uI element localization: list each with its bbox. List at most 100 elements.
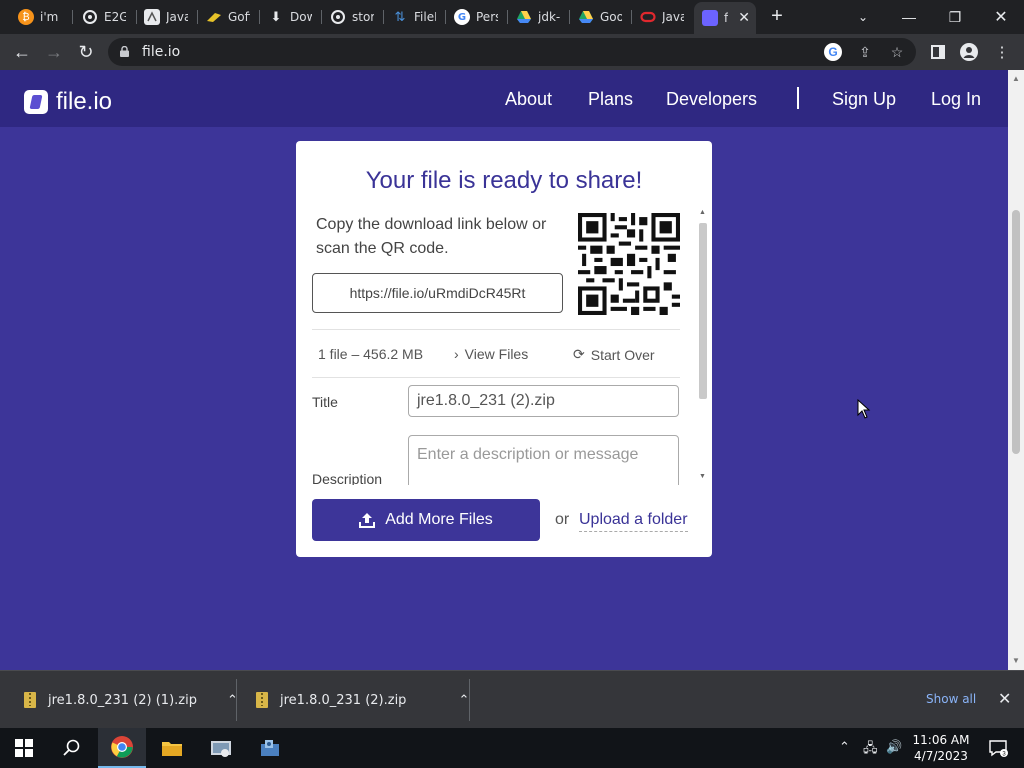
- new-tab-button[interactable]: +: [766, 6, 788, 28]
- close-tab-icon[interactable]: ✕: [738, 10, 750, 26]
- refresh-icon: ⟳: [573, 346, 585, 362]
- nav-developers[interactable]: Developers: [666, 89, 757, 110]
- card-scrollbar[interactable]: ▲ ▼: [696, 207, 710, 485]
- scroll-up-arrow-icon[interactable]: ▲: [699, 209, 706, 216]
- add-more-files-button[interactable]: Add More Files: [312, 499, 540, 541]
- clock-date: 4/7/2023: [914, 749, 968, 763]
- tab-7[interactable]: ⇅ FileI: [384, 4, 444, 30]
- tab-5[interactable]: ⬇ Dow: [260, 4, 320, 30]
- tab-3[interactable]: Java: [136, 4, 196, 30]
- nav-log-in[interactable]: Log In: [931, 89, 981, 110]
- description-input[interactable]: Enter a description or message: [408, 435, 679, 485]
- nav-sign-up[interactable]: Sign Up: [832, 89, 896, 110]
- show-all-downloads-link[interactable]: Show all: [926, 692, 976, 706]
- volume-icon[interactable]: 🔊: [886, 739, 902, 755]
- google-lens-icon[interactable]: G: [824, 43, 842, 61]
- page-viewport: file.io About Plans Developers Sign Up L…: [0, 70, 1024, 670]
- zip-file-icon: [24, 692, 36, 708]
- oracle-icon: [640, 9, 656, 25]
- taskbar-app[interactable]: [246, 728, 294, 768]
- menu-icon[interactable]: ⋮: [992, 42, 1012, 62]
- notifications-icon: 3: [989, 740, 1008, 758]
- download-shelf: jre1.8.0_231 (2) (1).zip ⌃ jre1.8.0_231 …: [0, 670, 1024, 728]
- chrome-icon: [111, 736, 133, 758]
- clock-time: 11:06 AM: [912, 733, 970, 747]
- page-scrollbar[interactable]: ▲ ▼: [1008, 70, 1024, 670]
- address-bar[interactable]: file.io G ⇪ ☆: [108, 38, 916, 66]
- add-more-files-label: Add More Files: [385, 511, 493, 528]
- fileio-icon: [702, 10, 718, 26]
- scroll-up-arrow-icon[interactable]: ▲: [1012, 74, 1020, 83]
- close-shelf-icon[interactable]: ✕: [998, 689, 1011, 709]
- tab-title: Java: [166, 10, 188, 24]
- tab-title: FileI: [414, 10, 436, 24]
- site-logo[interactable]: file.io: [24, 88, 112, 116]
- tab-1[interactable]: ₿ i'm c: [10, 4, 68, 30]
- card-scroll-thumb[interactable]: [699, 223, 707, 399]
- download-item[interactable]: jre1.8.0_231 (2) (1).zip ⌃: [24, 671, 238, 729]
- view-files-link[interactable]: › View Files: [454, 346, 528, 362]
- title-input[interactable]: jre1.8.0_231 (2).zip: [408, 385, 679, 417]
- tab-2[interactable]: E2G: [74, 4, 134, 30]
- share-icon[interactable]: ⇪: [856, 43, 874, 61]
- start-button[interactable]: [0, 728, 48, 768]
- tab-6[interactable]: stor: [322, 4, 382, 30]
- share-card: Your file is ready to share! Copy the do…: [296, 141, 712, 557]
- tab-10[interactable]: Goo: [570, 4, 630, 30]
- tab-title: Goo: [600, 10, 622, 24]
- profile-icon[interactable]: [959, 42, 979, 62]
- divider: [236, 679, 237, 721]
- tab-11[interactable]: Java: [632, 4, 692, 30]
- share-link-field[interactable]: https://file.io/uRmdiDcR45Rt: [312, 273, 563, 313]
- windows-taskbar: ⌃ 🖧 🔊 11:06 AM 4/7/2023 3: [0, 728, 1024, 768]
- scroll-down-arrow-icon[interactable]: ▼: [1012, 656, 1020, 665]
- tab-title: f: [724, 11, 729, 25]
- reload-button[interactable]: ↻: [74, 40, 98, 64]
- restore-button[interactable]: ❐: [932, 0, 978, 34]
- side-panel-icon[interactable]: [928, 42, 948, 62]
- logo-text: file.io: [56, 88, 113, 115]
- minimize-button[interactable]: —: [886, 0, 932, 34]
- browser-toolbar: ← → ↻ file.io G ⇪ ☆ ⋮: [0, 34, 1024, 70]
- search-button[interactable]: [48, 728, 96, 768]
- upload-folder-link[interactable]: Upload a folder: [579, 511, 688, 532]
- tab-title: Dow: [290, 10, 312, 24]
- start-over-label: Start Over: [590, 346, 655, 363]
- globe-icon: [330, 9, 346, 25]
- search-icon: [63, 739, 80, 756]
- download-icon: ⬇: [270, 9, 282, 25]
- forward-button[interactable]: →: [42, 40, 66, 64]
- tab-8[interactable]: G Pers: [446, 4, 506, 30]
- tab-9[interactable]: jdk-: [508, 4, 568, 30]
- google-icon: G: [454, 9, 470, 25]
- nav-about[interactable]: About: [505, 89, 552, 110]
- tab-strip: ₿ i'm c E2G Java Gofi ⬇ Dow stor ⇅ FileI…: [0, 0, 1024, 34]
- system-clock[interactable]: 11:06 AM 4/7/2023: [910, 732, 972, 764]
- show-hidden-icons-icon[interactable]: ⌃: [839, 739, 850, 755]
- doc-icon: [144, 9, 160, 25]
- bookmark-star-icon[interactable]: ☆: [888, 43, 906, 61]
- share-instructions: Copy the download link below or scan the…: [316, 216, 547, 257]
- taskbar-chrome[interactable]: [98, 728, 146, 768]
- taskbar-control-panel[interactable]: [197, 728, 245, 768]
- lock-icon: [120, 46, 129, 57]
- start-over-link[interactable]: ⟳ Start Over: [573, 346, 655, 363]
- action-center-button[interactable]: 3: [978, 728, 1018, 768]
- tab-12-active[interactable]: f ✕: [694, 2, 756, 34]
- tab-search-button[interactable]: ⌄: [840, 0, 886, 34]
- windows-logo-icon: [15, 739, 33, 757]
- tab-4[interactable]: Gofi: [198, 4, 258, 30]
- tab-title: E2G: [104, 10, 126, 24]
- chevron-up-icon[interactable]: ⌃: [458, 693, 469, 708]
- scroll-down-arrow-icon[interactable]: ▼: [699, 473, 706, 480]
- bitcoin-icon: ₿: [18, 9, 34, 25]
- back-button[interactable]: ←: [10, 40, 34, 64]
- mouse-cursor-icon: [857, 399, 871, 419]
- close-window-button[interactable]: ✕: [978, 0, 1024, 34]
- download-item[interactable]: jre1.8.0_231 (2).zip ⌃: [256, 671, 469, 729]
- settings-app-icon: [261, 740, 279, 756]
- page-scroll-thumb[interactable]: [1012, 210, 1020, 454]
- taskbar-file-explorer[interactable]: [148, 728, 196, 768]
- network-icon[interactable]: 🖧: [863, 739, 878, 761]
- nav-plans[interactable]: Plans: [588, 89, 633, 110]
